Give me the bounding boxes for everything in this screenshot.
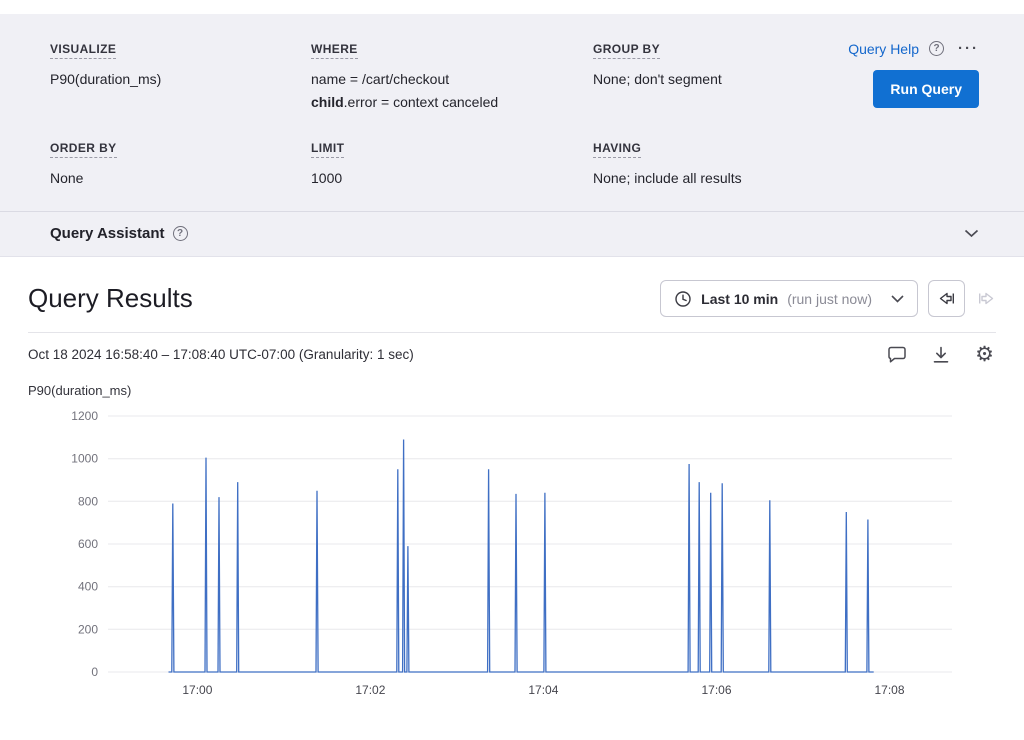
chevron-down-icon [891,295,904,303]
visualize-label: VISUALIZE [50,42,116,59]
result-time-span: Oct 18 2024 16:58:40 – 17:08:40 UTC-07:0… [28,347,414,362]
svg-text:17:06: 17:06 [701,683,731,697]
order-by-label: ORDER BY [50,141,117,158]
query-results-section: Query Results Last 10 min (run just now) [0,257,1024,709]
svg-text:17:00: 17:00 [182,683,212,697]
results-chart-svg: 0 200 400 600 800 1000 1200 17:00 17:02 17:04 17:0… [28,406,980,704]
svg-text:400: 400 [78,580,98,594]
group-by-label: GROUP BY [593,42,660,59]
limit-label: LIMIT [311,141,344,158]
clock-icon [674,290,692,308]
order-by-field[interactable]: ORDER BY None [50,139,311,189]
visualize-value[interactable]: P90(duration_ms) [50,68,311,90]
query-builder-row-1: VISUALIZE P90(duration_ms) WHERE name = … [50,40,979,113]
svg-text:200: 200 [78,622,98,636]
svg-text:17:02: 17:02 [355,683,385,697]
having-field[interactable]: HAVING None; include all results [593,139,979,189]
where-clause-1[interactable]: name = /cart/checkout [311,68,593,90]
where-field[interactable]: WHERE name = /cart/checkout child.error … [311,40,593,113]
help-question-icon[interactable]: ? [929,41,944,56]
where-label: WHERE [311,42,358,59]
chevron-down-icon[interactable] [964,229,979,238]
page-title: Query Results [28,283,193,314]
svg-text:17:08: 17:08 [874,683,904,697]
comment-icon[interactable] [887,345,907,364]
query-assistant-label: Query Assistant [50,225,165,242]
time-range-dropdown[interactable]: Last 10 min (run just now) [660,280,918,317]
chart-series-label: P90(duration_ms) [28,383,996,398]
where-clause-2[interactable]: child.error = context canceled [311,91,593,113]
gear-icon[interactable]: ⚙ [975,344,994,365]
download-icon[interactable] [931,345,951,365]
results-chart[interactable]: 0 200 400 600 800 1000 1200 17:00 17:02 17:04 17:0… [28,406,996,709]
svg-text:0: 0 [91,665,98,679]
group-by-value[interactable]: None; don't segment [593,68,809,90]
where-clause-2-field: child [311,94,344,110]
svg-text:17:04: 17:04 [528,683,558,697]
limit-field[interactable]: LIMIT 1000 [311,139,593,189]
previous-query-button[interactable] [928,280,965,317]
having-label: HAVING [593,141,641,158]
skip-back-icon [937,289,956,308]
query-assistant-toggle[interactable]: Query Assistant ? [0,211,1024,256]
visualize-field[interactable]: VISUALIZE P90(duration_ms) [50,40,311,90]
svg-text:1200: 1200 [71,409,98,423]
overflow-menu-icon[interactable]: ··· [958,40,979,57]
next-query-button[interactable] [977,289,996,308]
svg-text:600: 600 [78,537,98,551]
group-by-field[interactable]: GROUP BY None; don't segment [593,40,809,90]
assistant-question-icon: ? [173,226,188,241]
query-actions: Query Help ? ··· Run Query [809,40,979,108]
svg-text:800: 800 [78,494,98,508]
time-range-note: (run just now) [787,291,872,307]
run-query-button[interactable]: Run Query [873,70,979,108]
query-builder-row-2: ORDER BY None LIMIT 1000 HAVING None; in… [50,139,979,189]
skip-forward-icon [977,289,996,308]
query-help-link[interactable]: Query Help [848,41,919,57]
query-builder-panel: VISUALIZE P90(duration_ms) WHERE name = … [0,14,1024,257]
limit-value[interactable]: 1000 [311,167,593,189]
time-range-value: Last 10 min [701,291,778,307]
order-by-value[interactable]: None [50,167,311,189]
where-clause-2-rest: .error = context canceled [344,94,498,110]
having-value[interactable]: None; include all results [593,167,979,189]
svg-text:1000: 1000 [71,452,98,466]
